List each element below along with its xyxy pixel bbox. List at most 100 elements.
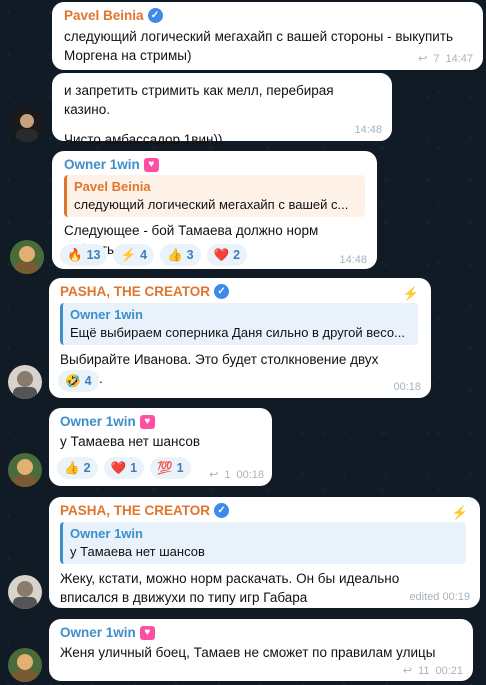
- forward-count: 7: [433, 52, 440, 65]
- avatar-image: [13, 581, 37, 609]
- avatar-image: [13, 654, 37, 682]
- message-bubble[interactable]: и запретить стримить как мелл, перебирая…: [52, 73, 392, 147]
- reply-quote[interactable]: Pavel Beinia следующий логический мегаха…: [64, 175, 365, 217]
- avatar[interactable]: [8, 453, 42, 487]
- verified-check-icon: ✓: [147, 8, 163, 23]
- avatar[interactable]: [8, 365, 42, 399]
- forward-arrow-icon: ↩: [209, 469, 219, 481]
- reaction-heart[interactable]: ❤️ 1: [103, 457, 145, 479]
- sender-name-row: Owner 1win ♥: [60, 414, 261, 429]
- message-text: Женя уличный боец, Тамаев не сможет по п…: [60, 645, 436, 660]
- sender-name[interactable]: Owner 1win: [64, 157, 140, 172]
- avatar[interactable]: [8, 648, 42, 682]
- reactions-row: 🔥 13 ⚡ 4 👍 3 ❤️ 2: [60, 244, 248, 266]
- reaction-thumbs-up[interactable]: 👍 3: [160, 244, 201, 266]
- message-time: 14:48: [339, 254, 367, 266]
- heart-badge-icon: ♥: [139, 625, 155, 640]
- reaction-rofl[interactable]: 🤣 4: [58, 370, 99, 392]
- message-time: 14:47: [445, 52, 473, 65]
- forward-count: 11: [418, 664, 430, 677]
- hundred-icon: 💯: [157, 460, 173, 475]
- heart-icon: ❤️: [110, 460, 127, 475]
- message-bubble[interactable]: Owner 1win ♥ Женя уличный боец, Тамаев н…: [49, 619, 473, 681]
- message-time: edited 00:19: [409, 591, 470, 603]
- message-meta: 14:48: [339, 254, 367, 266]
- message-time: 00:18: [236, 468, 264, 481]
- avatar-image: [16, 114, 38, 142]
- reply-sender: Owner 1win: [70, 307, 143, 322]
- avatar-image: [13, 371, 37, 399]
- message-text: следующий логический мегахайп с вашей ст…: [64, 29, 454, 63]
- forward-count: 1: [224, 468, 231, 481]
- avatar[interactable]: [10, 240, 44, 274]
- verified-check-icon: ✓: [214, 284, 230, 299]
- reaction-count: 13: [86, 248, 101, 262]
- message-time: 14:48: [354, 124, 382, 136]
- message-time: 00:18: [393, 381, 421, 393]
- message-meta: ↩ 1 00:18: [209, 468, 264, 482]
- sender-name-row: PASHA, THE CREATOR ✓: [60, 284, 420, 299]
- sender-name[interactable]: Owner 1win: [60, 414, 136, 429]
- heart-icon: ❤️: [213, 247, 230, 262]
- sender-name[interactable]: PASHA, THE CREATOR: [60, 503, 210, 518]
- heart-badge-icon: ♥: [139, 414, 155, 429]
- message-text: и запретить стримить как мелл, перебирая…: [64, 83, 334, 117]
- reply-text: у Тамаева нет шансов: [70, 544, 205, 559]
- sender-name[interactable]: Owner 1win: [60, 625, 136, 640]
- message-text: Чисто амбассадор 1вин)): [64, 132, 223, 147]
- verified-check-icon: ✓: [214, 503, 230, 518]
- reply-quote[interactable]: Owner 1win Ещё выбираем соперника Даня с…: [60, 303, 418, 345]
- reaction-count: 1: [176, 461, 184, 475]
- thumbs-up-icon: 👍: [167, 247, 183, 262]
- reaction-hundred[interactable]: 💯 1: [150, 457, 191, 479]
- message-bubble[interactable]: PASHA, THE CREATOR ✓ ⚡ Owner 1win Ещё вы…: [49, 278, 431, 398]
- reply-sender: Owner 1win: [70, 526, 143, 541]
- reaction-thumbs-up[interactable]: 👍 2: [57, 457, 98, 479]
- reply-sender: Pavel Beinia: [74, 179, 151, 194]
- message-meta: 14:48: [354, 124, 382, 136]
- reactions-row: 🤣 4: [58, 370, 99, 392]
- reaction-count: 3: [186, 248, 194, 262]
- message-bubble[interactable]: Owner 1win ♥ Pavel Beinia следующий логи…: [52, 151, 377, 269]
- forward-arrow-icon: ↩: [402, 665, 413, 677]
- reply-text: Ещё выбираем соперника Даня сильно в дру…: [70, 325, 405, 340]
- reaction-count: 2: [83, 461, 91, 475]
- message-meta: ↩ 7 14:47: [418, 52, 473, 66]
- avatar-image: [13, 459, 37, 487]
- sender-name[interactable]: Pavel Beinia: [64, 8, 144, 23]
- sender-name-row: Pavel Beinia ✓: [64, 8, 471, 23]
- reactions-row: 👍 2 ❤️ 1 💯 1: [57, 457, 191, 479]
- message-bubble[interactable]: PASHA, THE CREATOR ✓ ⚡ Owner 1win у Тама…: [49, 497, 480, 608]
- fire-icon: 🔥: [67, 247, 83, 262]
- reaction-count: 4: [140, 248, 148, 262]
- reaction-count: 2: [233, 248, 241, 262]
- reaction-fire[interactable]: 🔥 13: [60, 244, 108, 266]
- avatar[interactable]: [10, 108, 44, 142]
- message-meta: 00:18: [393, 381, 421, 393]
- message-bubble[interactable]: Owner 1win ♥ у Тамаева нет шансов 👍 2 ❤️ 1…: [49, 408, 272, 486]
- message-text: Выбирайте Иванова. Это будет столкновени…: [60, 352, 379, 386]
- avatar[interactable]: [8, 575, 42, 609]
- reaction-heart[interactable]: ❤️ 2: [206, 244, 248, 266]
- reaction-count: 4: [84, 374, 92, 388]
- sender-name-row: PASHA, THE CREATOR ✓: [60, 503, 469, 518]
- sender-name-row: Owner 1win ♥: [64, 157, 365, 172]
- rofl-icon: 🤣: [65, 373, 81, 388]
- message-bubble[interactable]: Pavel Beinia ✓ следующий логический мега…: [52, 2, 483, 70]
- reply-text: следующий логический мегахайп с вашей с.…: [74, 197, 349, 212]
- lightning-icon: ⚡: [120, 247, 137, 262]
- forward-arrow-icon: ↩: [418, 53, 428, 65]
- message-meta: edited 00:19: [409, 591, 470, 603]
- lightning-bolt-icon: ⚡: [451, 505, 468, 520]
- message-text: Жеку, кстати, можно норм раскачать. Он б…: [60, 571, 400, 605]
- message-meta: ↩ 11 00:21: [402, 664, 463, 678]
- sender-name-row: Owner 1win ♥: [60, 625, 462, 640]
- avatar-image: [15, 246, 39, 274]
- message-text: у Тамаева нет шансов: [60, 434, 201, 449]
- reaction-lightning[interactable]: ⚡ 4: [113, 244, 155, 266]
- heart-badge-icon: ♥: [143, 157, 159, 172]
- reply-quote[interactable]: Owner 1win у Тамаева нет шансов: [60, 522, 466, 564]
- thumbs-up-icon: 👍: [64, 460, 80, 475]
- sender-name[interactable]: PASHA, THE CREATOR: [60, 284, 210, 299]
- lightning-bolt-icon: ⚡: [402, 286, 419, 301]
